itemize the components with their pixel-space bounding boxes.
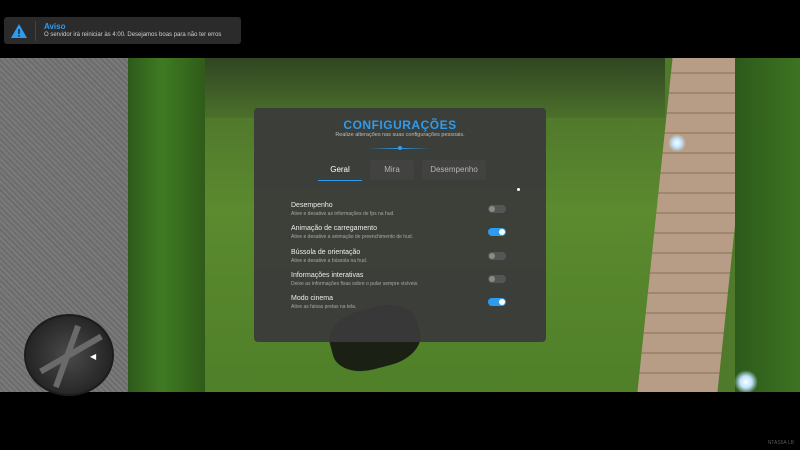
option-description: Deixe as informações fixas sobre o pular… <box>291 281 419 287</box>
toast-title: Aviso <box>44 22 66 31</box>
option-description: Ative e desative as informações de fps n… <box>291 211 395 217</box>
toggle-modo-cinema[interactable] <box>488 298 506 306</box>
tab-desempenho[interactable]: Desempenho <box>422 160 486 180</box>
hedge-left <box>128 58 213 392</box>
toggle-desempenho[interactable] <box>488 205 506 213</box>
toggle-knob <box>489 276 495 282</box>
garden-lamp <box>668 134 686 152</box>
toggle-knob <box>489 206 495 212</box>
toast-divider <box>35 21 36 41</box>
notification-toast: Aviso O servidor irá reiniciar às 4:00. … <box>4 17 241 44</box>
option-label: Informações interativas <box>291 272 364 279</box>
letterbox-bottom <box>0 392 800 450</box>
garden-lamp <box>734 370 758 392</box>
settings-title: CONFIGURAÇÕES <box>343 118 457 132</box>
settings-panel: CONFIGURAÇÕES Realize alterações nas sua… <box>254 108 546 342</box>
option-description: Ative e desative a bússola na hud. <box>291 258 368 264</box>
option-label: Desempenho <box>291 202 333 209</box>
settings-tabs: Geral Mira Desempenho <box>318 160 486 181</box>
settings-subtitle: Realize alterações nas suas configuraçõe… <box>335 132 465 138</box>
toggle-animacao-carregamento[interactable] <box>488 228 506 236</box>
minimap-road <box>53 324 81 389</box>
warning-icon <box>11 24 27 38</box>
option-animacao-carregamento: Animação de carregamento Ative e desativ… <box>291 225 513 247</box>
mouse-cursor <box>517 188 520 191</box>
title-divider-dot <box>398 146 402 150</box>
tab-geral[interactable]: Geral <box>318 160 362 181</box>
option-label: Bússola de orientação <box>291 249 361 256</box>
tab-mira[interactable]: Mira <box>370 160 414 180</box>
option-label: Modo cinema <box>291 295 334 302</box>
toggle-knob <box>499 299 505 305</box>
option-description: Ative as faixas pretas na tela. <box>291 304 357 310</box>
player-arrow-icon: ◀ <box>90 352 97 361</box>
toggle-bussola-orientacao[interactable] <box>488 252 506 260</box>
option-bussola-orientacao: Bússola de orientação Ative e desative a… <box>291 249 513 271</box>
option-informacoes-interativas: Informações interativas Deixe as informa… <box>291 272 513 294</box>
option-desempenho: Desempenho Ative e desative as informaçõ… <box>291 202 513 224</box>
hedge-right <box>735 58 800 392</box>
watermark: NTAS5A LB <box>767 440 794 446</box>
option-modo-cinema: Modo cinema Ative as faixas pretas na te… <box>291 295 513 317</box>
minimap: ◀ <box>24 314 114 396</box>
toggle-knob <box>489 253 495 259</box>
option-label: Animação de carregamento <box>291 225 377 232</box>
toggle-knob <box>499 229 505 235</box>
option-description: Ative e desative a animação de preenchim… <box>291 234 414 240</box>
toast-message: O servidor irá reiniciar às 4:00. Deseja… <box>44 32 222 38</box>
toggle-informacoes-interativas[interactable] <box>488 275 506 283</box>
